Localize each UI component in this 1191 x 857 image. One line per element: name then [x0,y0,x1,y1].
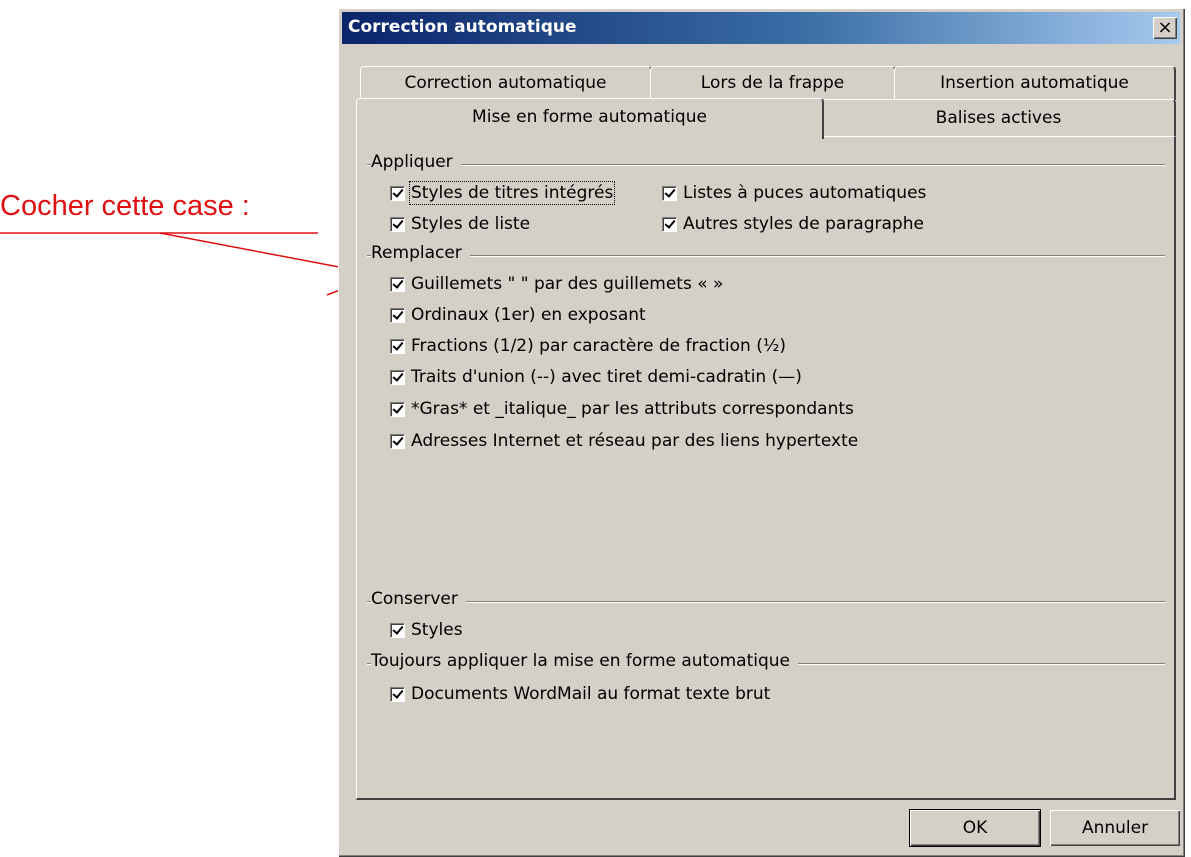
group-conserver-label: Conserver [371,589,466,609]
checkbox-styles-titres[interactable]: Styles de titres intégrés [390,181,616,205]
checkbox-label: Styles de liste [411,214,531,234]
checkbox-checked-icon[interactable] [390,686,405,702]
group-divider [367,601,1165,603]
autocorrect-dialog: Correction automatique × Correction auto… [338,8,1185,857]
checkbox-label: *Gras* et _italique_ par les attributs c… [411,399,854,419]
group-appliquer-label: Appliquer [371,152,461,172]
checkbox-label: Guillemets " " par des guillemets « » [411,274,724,294]
checkbox-styles[interactable]: Styles [390,620,463,640]
checkbox-checked-icon[interactable] [390,338,405,354]
checkbox-wordmail[interactable]: Documents WordMail au format texte brut [390,684,770,704]
checkbox-styles-liste[interactable]: Styles de liste [390,214,530,234]
checkbox-checked-icon[interactable] [390,307,405,323]
close-button[interactable]: × [1153,17,1177,39]
checkbox-label: Fractions (1/2) par caractère de fractio… [411,336,786,356]
checkbox-label: Ordinaux (1er) en exposant [411,305,646,325]
title-bar[interactable]: Correction automatique × [342,12,1180,44]
cancel-button[interactable]: Annuler [1050,810,1180,846]
checkbox-checked-icon[interactable] [390,622,405,638]
tab-correction-automatique[interactable]: Correction automatique [360,66,652,100]
checkbox-checked-icon[interactable] [390,401,405,417]
checkbox-label: Listes à puces automatiques [683,183,927,203]
checkbox-gras-italique[interactable]: *Gras* et _italique_ par les attributs c… [390,399,854,419]
checkbox-checked-icon[interactable] [390,433,405,449]
checkbox-ordinaux[interactable]: Ordinaux (1er) en exposant [390,305,646,325]
group-divider [367,255,1165,257]
annotation-text: Cocher cette case : [0,190,250,222]
checkbox-listes-puces[interactable]: Listes à puces automatiques [662,183,926,203]
checkbox-autres-styles[interactable]: Autres styles de paragraphe [662,214,924,234]
checkbox-label: Styles [411,620,463,640]
tab-insertion-automatique[interactable]: Insertion automatique [894,66,1176,100]
checkbox-adresses[interactable]: Adresses Internet et réseau par des lien… [390,431,858,451]
dialog-title: Correction automatique [348,17,577,37]
checkbox-checked-icon[interactable] [662,185,677,201]
checkbox-label: Styles de titres intégrés [408,181,616,205]
group-toujours-label: Toujours appliquer la mise en forme auto… [371,651,799,671]
checkbox-label: Autres styles de paragraphe [683,214,924,234]
checkbox-checked-icon[interactable] [390,216,405,232]
group-remplacer-label: Remplacer [371,243,470,263]
checkbox-traits-union[interactable]: Traits d'union (--) avec tiret demi-cadr… [390,367,802,387]
tab-balises-actives[interactable]: Balises actives [822,99,1176,137]
tab-mise-en-forme-automatique[interactable]: Mise en forme automatique [356,98,824,139]
ok-button[interactable]: OK [910,810,1040,846]
checkbox-checked-icon[interactable] [662,216,677,232]
checkbox-guillemets[interactable]: Guillemets " " par des guillemets « » [390,274,723,294]
checkbox-label: Traits d'union (--) avec tiret demi-cadr… [411,367,802,387]
checkbox-fractions[interactable]: Fractions (1/2) par caractère de fractio… [390,336,786,356]
checkbox-checked-icon[interactable] [390,369,405,385]
checkbox-checked-icon[interactable] [390,276,405,292]
checkbox-label: Adresses Internet et réseau par des lien… [411,431,859,451]
group-divider [367,164,1165,166]
tab-lors-de-la-frappe[interactable]: Lors de la frappe [650,66,896,100]
checkbox-checked-icon[interactable] [390,185,405,201]
checkbox-label: Documents WordMail au format texte brut [411,684,771,704]
tab-panel: Appliquer Styles de titres intégrés List… [356,136,1176,800]
